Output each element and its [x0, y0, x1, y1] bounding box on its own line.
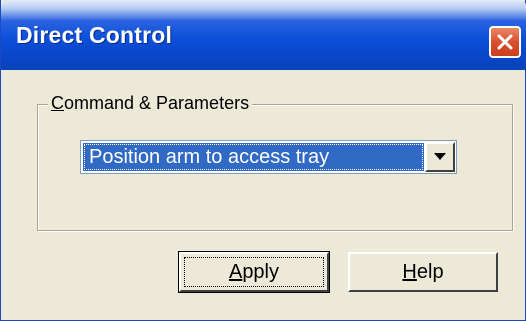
apply-button[interactable]: Apply: [178, 251, 330, 293]
title-bar[interactable]: Direct Control: [1, 0, 526, 70]
command-select-value[interactable]: Position arm to access tray: [83, 143, 424, 171]
window-title: Direct Control: [16, 22, 173, 48]
close-icon: [497, 34, 513, 50]
help-button[interactable]: Help: [348, 252, 498, 292]
command-select[interactable]: Position arm to access tray: [80, 140, 457, 174]
dropdown-button[interactable]: [425, 142, 455, 172]
apply-button-label: Apply: [228, 260, 280, 283]
help-button-label: Help: [402, 260, 444, 283]
close-button[interactable]: [489, 26, 521, 58]
command-parameters-legend: Command & Parameters: [48, 93, 253, 114]
chevron-down-icon: [434, 153, 446, 160]
direct-control-dialog: Direct Control Command & Parameters Posi…: [0, 0, 526, 321]
